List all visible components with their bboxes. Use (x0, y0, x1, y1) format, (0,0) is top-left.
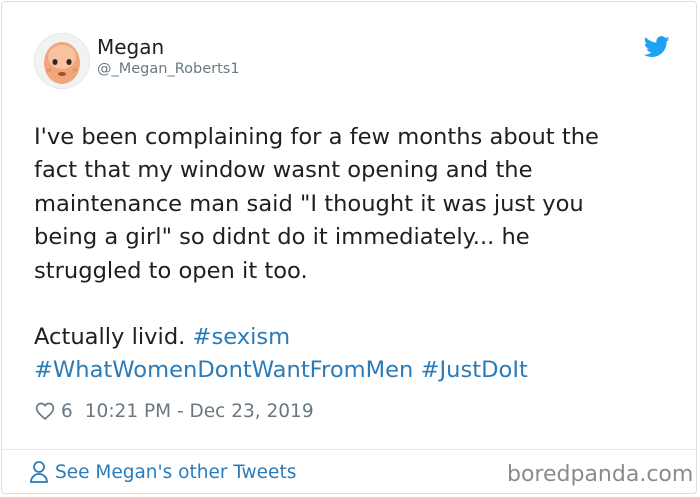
author-handle[interactable]: @_Megan_Roberts1 (97, 61, 240, 77)
see-other-tweets-link[interactable]: See Megan's other Tweets (29, 460, 296, 484)
tweet-line: being a girl" so didnt do it immediately… (34, 224, 530, 251)
tweet-line: I've been complaining for a few months a… (34, 124, 599, 150)
tweet-line-prefix: Actually livid. (34, 324, 186, 351)
hashtag-link[interactable]: #sexism (193, 324, 291, 350)
see-other-tweets-label[interactable]: See Megan's other Tweets (55, 462, 296, 483)
author-name[interactable]: Megan (97, 35, 164, 59)
avatar-face-icon (35, 34, 89, 88)
watermark: boredpanda.com (507, 462, 694, 487)
divider (2, 449, 696, 450)
twitter-bird-icon[interactable] (644, 36, 670, 58)
tweet-line: maintenance man said "I thought it was j… (34, 190, 584, 217)
hashtag-link[interactable]: #WhatWomenDontWantFromMen (34, 357, 413, 383)
like-count: 6 (61, 400, 73, 422)
tweet-timestamp[interactable]: 10:21 PM - Dec 23, 2019 (85, 401, 314, 422)
tweet-meta: 6 10:21 PM - Dec 23, 2019 (35, 398, 314, 424)
hashtag-link[interactable]: #JustDoIt (421, 357, 528, 383)
heart-outline-icon[interactable] (35, 401, 55, 421)
person-icon (30, 461, 48, 483)
tweet-line: Actually livid. #sexism (34, 321, 674, 354)
tweet-line: #WhatWomenDontWantFromMen #JustDoIt (34, 354, 674, 387)
avatar[interactable] (34, 33, 90, 89)
tweet-text: I've been complaining for a few months a… (34, 121, 674, 388)
tweet-line: struggled to open it too. (34, 257, 308, 284)
tweet-card: Megan @_Megan_Roberts1 I've been complai… (1, 1, 697, 494)
tweet-line: fact that my window wasnt opening and th… (34, 157, 533, 184)
